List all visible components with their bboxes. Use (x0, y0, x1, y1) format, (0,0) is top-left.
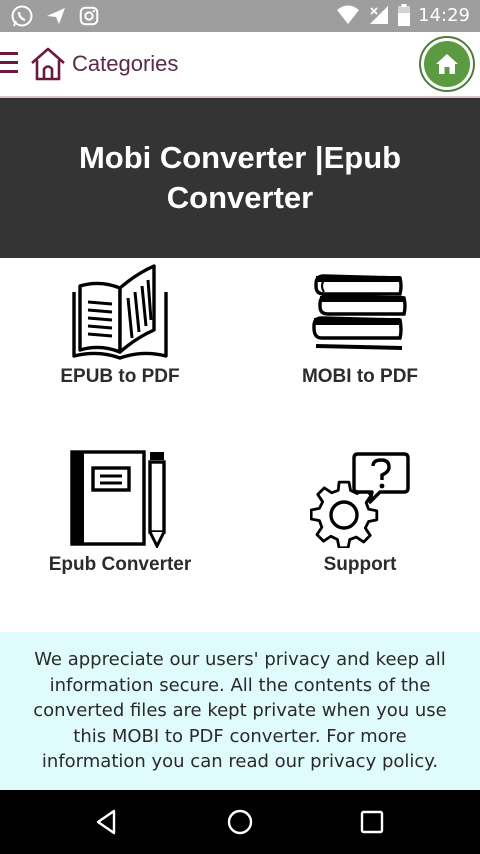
home-icon (436, 54, 458, 74)
send-icon (47, 8, 65, 24)
battery-icon (398, 4, 411, 26)
instagram-icon (79, 6, 99, 26)
tile-mobi-to-pdf[interactable]: MOBI to PDF (240, 264, 480, 388)
status-system: 14:29 (336, 4, 470, 26)
gear-question-icon (310, 452, 410, 548)
tile-epub-converter[interactable]: Epub Converter (0, 450, 240, 576)
wifi-icon (337, 5, 360, 24)
tile-label: Support (323, 554, 397, 575)
page-title: Mobi Converter |Epub Converter (78, 140, 402, 215)
menu-icon[interactable] (0, 52, 20, 76)
categories-label: Categories (72, 51, 179, 76)
app-bar: Categories (0, 32, 480, 98)
hero-banner: Mobi Converter |Epub Converter (0, 98, 480, 258)
home-circle-icon (227, 809, 253, 835)
tile-support[interactable]: Support (240, 450, 480, 576)
status-time: 14:29 (418, 4, 470, 26)
recents-button[interactable] (352, 804, 392, 840)
categories-button[interactable]: Categories (30, 46, 178, 82)
privacy-notice: We appreciate our users' privacy and kee… (0, 632, 480, 790)
system-nav-bar (0, 790, 480, 854)
home-button-fill (424, 41, 470, 87)
privacy-text: We appreciate our users' privacy and kee… (33, 649, 447, 773)
signal-icon (370, 6, 389, 24)
back-button[interactable] (86, 804, 126, 840)
tile-epub-to-pdf[interactable]: EPUB to PDF (0, 264, 240, 388)
home-button[interactable] (419, 36, 475, 92)
house-outline-icon (31, 47, 65, 81)
tile-label: Epub Converter (48, 554, 192, 575)
home-nav-button[interactable] (220, 804, 260, 840)
back-icon (96, 809, 116, 835)
notebook-pencil-icon (70, 450, 166, 548)
status-bar: 14:29 (0, 0, 480, 32)
tile-label: MOBI to PDF (301, 366, 419, 387)
tile-label: EPUB to PDF (60, 366, 180, 387)
whatsapp-icon (11, 5, 33, 27)
status-notifications (10, 4, 100, 28)
recents-icon (360, 810, 384, 834)
book-stack-icon (312, 274, 407, 350)
open-book-icon (72, 264, 168, 360)
